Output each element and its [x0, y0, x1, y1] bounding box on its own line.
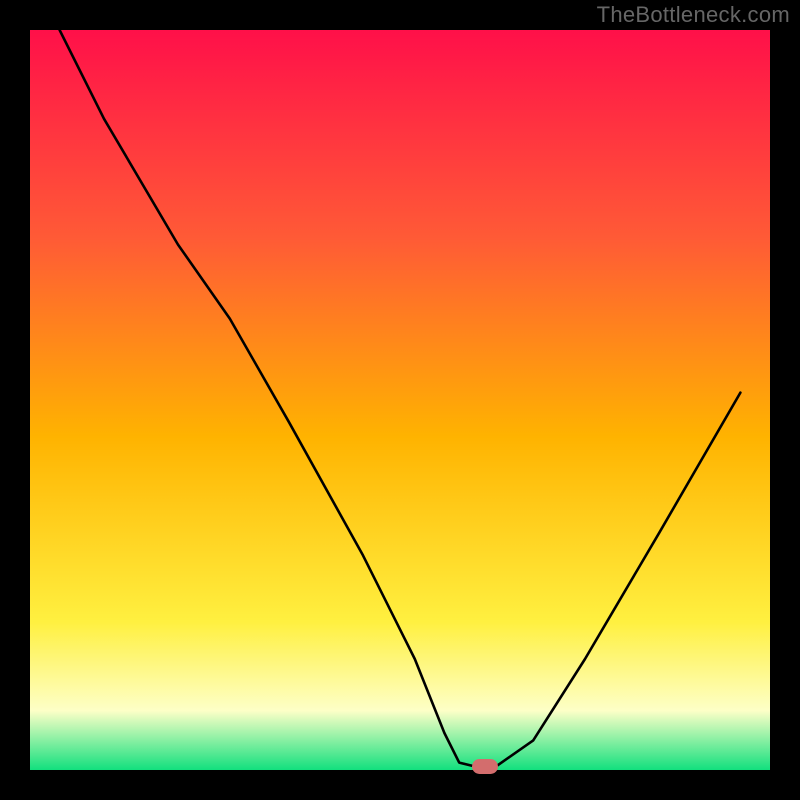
optimal-point-marker — [472, 759, 498, 774]
bottleneck-chart — [30, 30, 770, 770]
watermark-text: TheBottleneck.com — [597, 2, 790, 28]
chart-frame: TheBottleneck.com — [0, 0, 800, 800]
gradient-background — [30, 30, 770, 770]
